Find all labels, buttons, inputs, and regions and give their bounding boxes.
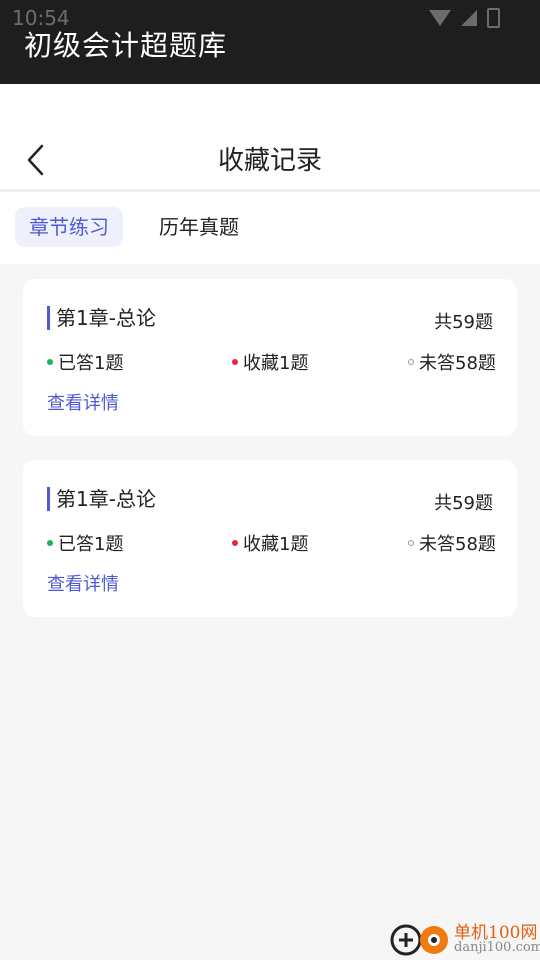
battery-icon	[487, 8, 500, 28]
favorited-label: 收藏1题	[243, 353, 309, 374]
unanswered-label: 未答58题	[419, 353, 496, 374]
watermark: 单机100网 danji100.com	[388, 916, 540, 960]
wifi-icon	[429, 10, 451, 26]
answered-dot-icon	[47, 540, 53, 546]
tab-bar: 章节练习 历年真题	[0, 192, 540, 264]
favorited-dot-icon	[232, 540, 238, 546]
watermark-url: danji100.com	[454, 940, 540, 955]
unanswered-dot-icon	[408, 540, 414, 546]
page-title: 收藏记录	[217, 146, 322, 176]
tab-past-exams[interactable]: 历年真题	[145, 207, 253, 247]
answered-stat: 已答1题	[47, 530, 123, 556]
unanswered-stat: 未答58题	[408, 530, 496, 556]
chapter-title: 第1章-总论	[47, 487, 156, 511]
chapter-title: 第1章-总论	[47, 306, 156, 330]
question-total: 共59题	[434, 493, 493, 514]
view-details-link[interactable]: 查看详情	[47, 389, 119, 415]
favorited-stat: 收藏1题	[232, 530, 308, 556]
unanswered-label: 未答58题	[419, 534, 496, 555]
signal-icon	[461, 10, 477, 26]
favorited-label: 收藏1题	[243, 534, 309, 555]
chapter-card: 第1章-总论 共59题 已答1题 收藏1题 未答58题 查看详情	[23, 279, 517, 436]
question-total: 共59题	[434, 312, 493, 333]
page-header: 收藏记录	[0, 84, 540, 190]
unanswered-stat: 未答58题	[408, 349, 496, 375]
answered-label: 已答1题	[58, 534, 124, 555]
unanswered-dot-icon	[408, 359, 414, 365]
favorited-stat: 收藏1题	[232, 349, 308, 375]
tab-chapter-practice[interactable]: 章节练习	[15, 207, 123, 247]
status-icons	[429, 8, 500, 28]
favorited-dot-icon	[232, 359, 238, 365]
answered-stat: 已答1题	[47, 349, 123, 375]
chapter-card: 第1章-总论 共59题 已答1题 收藏1题 未答58题 查看详情	[23, 460, 517, 617]
app-title-bar: 10:54 初级会计超题库	[0, 0, 540, 84]
watermark-logo-icon	[390, 924, 448, 956]
view-details-link[interactable]: 查看详情	[47, 570, 119, 596]
answered-dot-icon	[47, 359, 53, 365]
app-title: 初级会计超题库	[24, 29, 228, 62]
answered-label: 已答1题	[58, 353, 124, 374]
